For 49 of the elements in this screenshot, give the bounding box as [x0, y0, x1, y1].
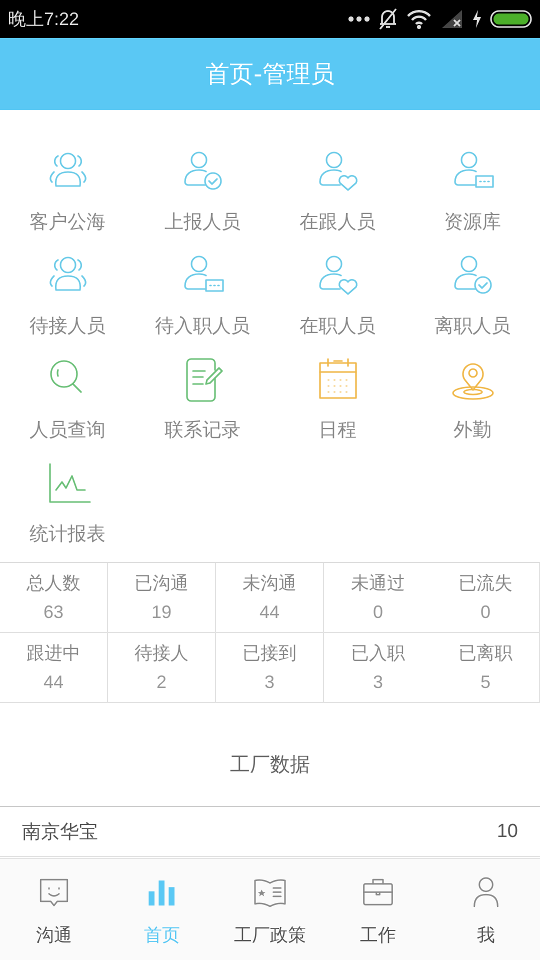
stat-label: 总人数	[26, 572, 80, 594]
factory-name[interactable]: 南京华宝	[22, 818, 98, 844]
feature-label[interactable]: 日程	[318, 418, 356, 442]
stat-value: 0	[372, 600, 383, 622]
stat-value: 5	[480, 670, 490, 692]
tab[interactable]: 首页	[144, 923, 180, 947]
stat-value: 2	[156, 670, 166, 692]
feature-label[interactable]: 待接人员	[30, 314, 106, 338]
charging-icon	[472, 10, 482, 28]
stat-label: 已入职	[351, 642, 405, 664]
feature-label[interactable]: 客户公海	[30, 210, 106, 234]
stat-label: 未通过	[351, 572, 405, 594]
factory-count: 10	[496, 820, 518, 842]
bell-muted-icon	[378, 8, 398, 30]
tab[interactable]: 工作	[360, 923, 396, 947]
stat-value: 44	[259, 600, 280, 622]
more-icon	[348, 16, 370, 22]
feature-label[interactable]: 资源库	[444, 210, 501, 234]
wifi-icon	[406, 9, 432, 29]
stat-label: 已离职	[458, 642, 512, 664]
stat-label: 已流失	[458, 572, 512, 594]
stat-value: 3	[264, 670, 274, 692]
tab[interactable]: 工厂政策	[234, 923, 306, 947]
page-title: 首页-管理员	[206, 59, 334, 90]
feature-label[interactable]: 在跟人员	[300, 210, 376, 234]
status-time: 晚上7:22	[8, 8, 80, 31]
stat-label: 已接到	[242, 642, 296, 664]
stat-label: 跟进中	[26, 642, 80, 664]
section-title: 工厂数据	[230, 751, 310, 778]
feature-label[interactable]: 统计报表	[30, 522, 106, 546]
feature-label[interactable]: 在职人员	[300, 314, 376, 338]
stat-value: 0	[480, 600, 490, 622]
feature-label[interactable]: 上报人员	[164, 210, 240, 234]
stat-value: 19	[151, 600, 172, 622]
tab[interactable]: 沟通	[36, 923, 72, 947]
feature-label[interactable]: 外勤	[454, 418, 492, 442]
stat-label: 待接人	[134, 642, 188, 664]
feature-label[interactable]: 离职人员	[434, 314, 510, 338]
battery-icon	[490, 10, 532, 28]
stat-label: 已沟通	[134, 572, 188, 594]
stat-value: 3	[372, 670, 383, 692]
stat-value: 63	[43, 600, 64, 622]
feature-label[interactable]: 待入职人员	[155, 314, 250, 338]
feature-label[interactable]: 联系记录	[164, 418, 240, 442]
signal-icon	[440, 10, 464, 28]
tab[interactable]: 我	[477, 923, 495, 947]
stat-label: 未沟通	[242, 572, 296, 594]
feature-label[interactable]: 人员查询	[30, 418, 106, 442]
stat-value: 44	[43, 670, 64, 692]
